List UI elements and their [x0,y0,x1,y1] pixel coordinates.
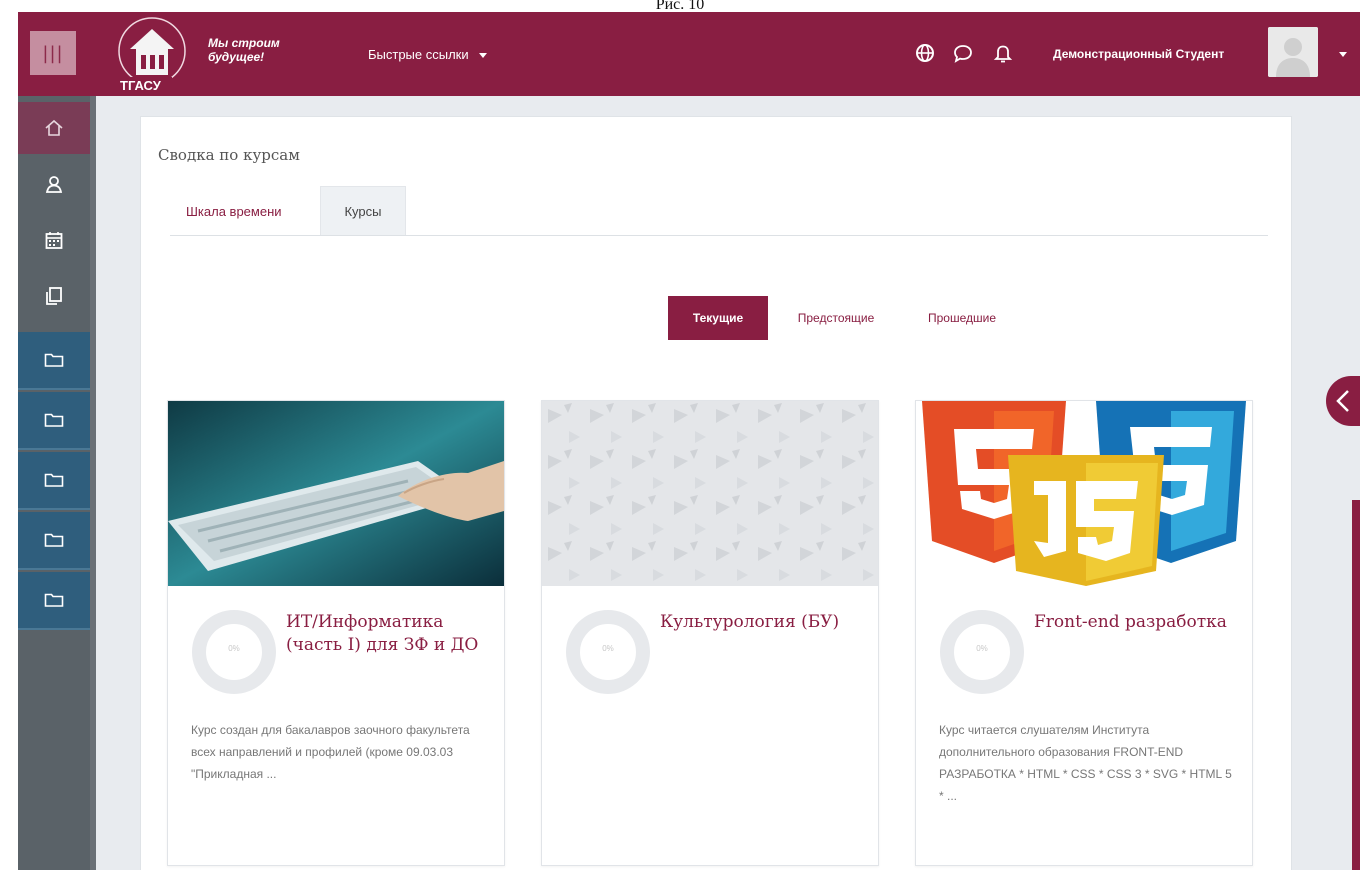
calendar-icon [45,232,63,249]
sidebar-item-course-1[interactable] [18,332,90,390]
slogan-line-2: будущее! [208,50,265,64]
user-icon [45,176,63,193]
course-description: Курс создан для бакалавров заочного факу… [191,723,470,781]
folder-icon [44,413,64,427]
course-card-informatics[interactable]: 0% ИТ/Информатика (часть I) для ЗФ и ДО … [167,400,505,866]
sidebar-item-course-2[interactable] [18,392,90,450]
user-avatar-icon [1268,27,1318,77]
quick-links-label: Быстрые ссылки [368,47,469,62]
tab-courses[interactable]: Курсы [320,186,406,236]
tab-timeline[interactable]: Шкала времени [170,186,310,236]
slogan: Мы строим будущее! [208,36,280,64]
scrollbar[interactable] [1352,500,1360,870]
html-css-js-logos-image [916,401,1252,586]
sidebar-item-course-5[interactable] [18,572,90,630]
course-card-culturology[interactable]: 0% Культурология (БУ) [541,400,879,866]
globe-icon[interactable] [914,42,936,64]
progress-value: 0% [228,644,240,653]
quick-links-dropdown[interactable]: Быстрые ссылки [368,47,488,62]
bell-icon[interactable] [992,42,1014,64]
drawer-toggle-button[interactable] [1326,376,1360,426]
folder-icon [44,593,64,607]
section-title: Сводка по курсам [158,146,300,164]
folder-icon [44,353,64,367]
avatar[interactable] [1268,27,1318,77]
chevron-left-icon [1336,390,1349,412]
filter-past-button[interactable]: Прошедшие [906,296,1018,340]
chevron-down-icon [479,52,488,58]
sidebar-item-home[interactable] [18,102,90,154]
course-title[interactable]: Front-end разработка [1034,611,1234,634]
sidebar-item-profile[interactable] [18,158,90,210]
sidebar-item-course-4[interactable] [18,512,90,570]
course-card-frontend[interactable]: 0% Front-end разработка Курс читается сл… [915,400,1253,866]
filter-current-button[interactable]: Текущие [668,296,768,340]
home-icon [45,119,63,136]
progress-value: 0% [976,644,988,653]
page: Рис. 10 ||| ТГАСУ Мы строим будущее! Быс… [0,0,1360,870]
menu-toggle-button[interactable]: ||| [30,31,76,75]
folder-icon [44,533,64,547]
course-description: Курс читается слушателям Института допол… [939,723,1232,803]
pattern-image [542,401,878,586]
filter-upcoming-button[interactable]: Предстоящие [778,296,894,340]
logo-text: ТГАСУ [120,78,162,93]
chat-icon[interactable] [952,42,974,64]
course-title[interactable]: Культурология (БУ) [660,611,860,634]
course-title[interactable]: ИТ/Информатика (часть I) для ЗФ и ДО [286,611,486,657]
folder-icon [44,473,64,487]
figure-caption: Рис. 10 [655,0,705,12]
files-icon [46,287,62,305]
left-sidebar [18,96,96,870]
keyboard-image [168,401,504,586]
sidebar-item-calendar[interactable] [18,214,90,266]
slogan-line-1: Мы строим [208,36,280,50]
university-logo[interactable]: ТГАСУ [114,15,194,93]
menu-icon: ||| [42,42,64,64]
sidebar-item-files[interactable] [18,270,90,322]
progress-value: 0% [602,644,614,653]
sidebar-item-course-3[interactable] [18,452,90,510]
tabs-divider [170,235,1268,236]
user-name[interactable]: Демонстрационный Студент [1053,47,1224,61]
top-navbar: ||| ТГАСУ Мы строим будущее! Быстрые ссы… [18,12,1360,96]
chevron-down-icon[interactable] [1338,49,1348,59]
